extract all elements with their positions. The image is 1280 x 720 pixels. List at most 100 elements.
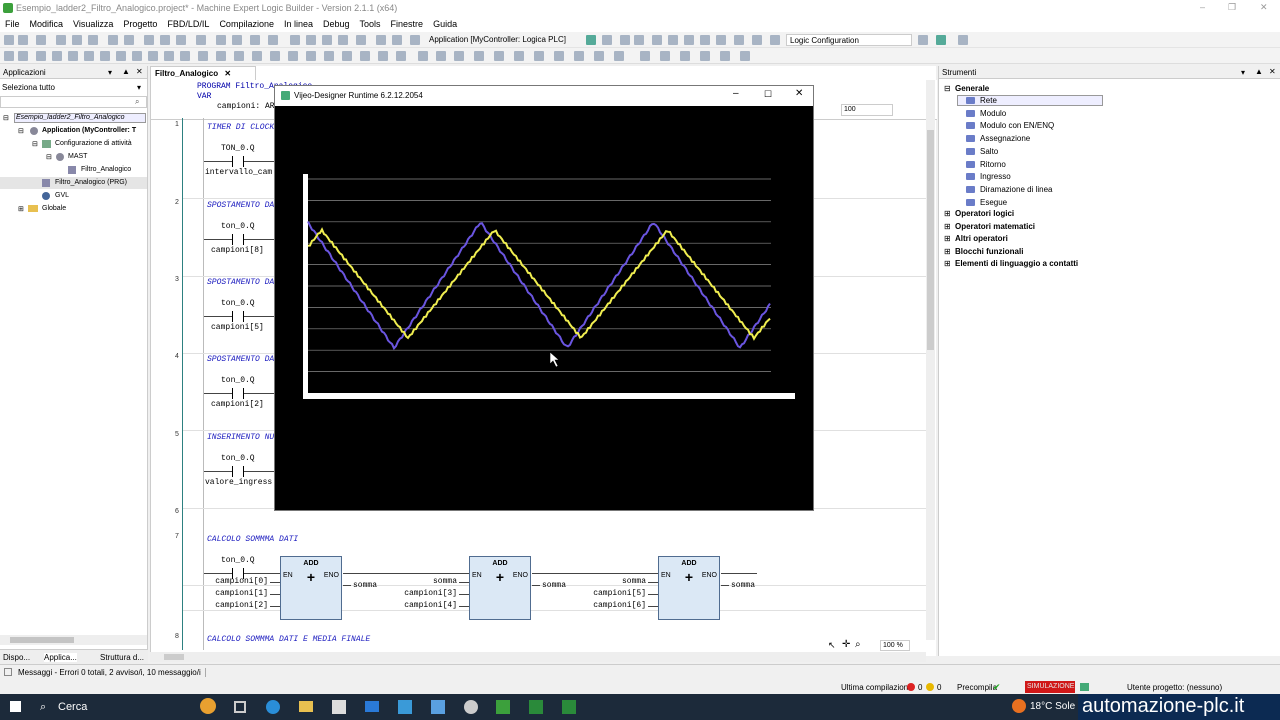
- back-icon[interactable]: [4, 35, 14, 45]
- toggle-icon[interactable]: [306, 51, 316, 61]
- copy-icon[interactable]: [160, 35, 170, 45]
- tools-group[interactable]: Blocchi funzionali: [955, 247, 1023, 256]
- label-icon[interactable]: [234, 51, 244, 61]
- config-icon[interactable]: [770, 35, 780, 45]
- zoom-icon[interactable]: ⌕: [855, 639, 861, 650]
- tool-item[interactable]: Ingresso: [980, 172, 1011, 181]
- contact-variable[interactable]: ton_0.Q: [221, 454, 255, 463]
- jump-icon[interactable]: [132, 51, 142, 61]
- output-icon[interactable]: [198, 51, 208, 61]
- block-input[interactable]: campioni[6]: [588, 601, 646, 610]
- taskview-icon[interactable]: [234, 701, 246, 713]
- menu-file[interactable]: File: [0, 16, 25, 29]
- menu-guida[interactable]: Guida: [428, 16, 462, 29]
- stop-icon[interactable]: [634, 35, 644, 45]
- tree-expand-icon[interactable]: ⊟: [3, 114, 9, 122]
- messages-status[interactable]: Messaggi - Errori 0 totali, 2 avviso/i, …: [18, 668, 206, 677]
- block-input[interactable]: campioni[4]: [399, 601, 457, 610]
- tab-structure[interactable]: Struttura d...: [100, 653, 144, 662]
- step-out-icon[interactable]: [700, 35, 710, 45]
- export-icon[interactable]: [392, 35, 402, 45]
- weather-icon[interactable]: [200, 698, 216, 714]
- open-icon[interactable]: [56, 35, 66, 45]
- rung-comment[interactable]: SPOSTAMENTO DA: [207, 355, 274, 364]
- block-input[interactable]: somma: [399, 577, 457, 586]
- contact-element[interactable]: [232, 466, 244, 477]
- menu-inlinea[interactable]: In linea: [279, 16, 318, 29]
- undo-icon[interactable]: [108, 35, 118, 45]
- return-icon[interactable]: [148, 51, 158, 61]
- network-icon[interactable]: [4, 51, 14, 61]
- tree-expand-icon[interactable]: ⊟: [944, 84, 951, 93]
- tool-item[interactable]: Esegue: [980, 198, 1007, 207]
- ld-icon[interactable]: [418, 51, 428, 61]
- pin-icon[interactable]: ▲: [122, 67, 130, 76]
- operand-variable[interactable]: campioni[2]: [211, 400, 264, 409]
- contact-element[interactable]: [232, 388, 244, 399]
- tree-item-application[interactable]: Application (MyController: T: [42, 127, 136, 134]
- tool-item[interactable]: Modulo con EN/ENQ: [980, 121, 1054, 130]
- device-icon[interactable]: [410, 35, 420, 45]
- view3-icon[interactable]: [680, 51, 690, 61]
- operand-variable[interactable]: campioni[5]: [211, 323, 264, 332]
- tools-group[interactable]: Operatori logici: [955, 209, 1014, 218]
- block-input[interactable]: campioni[0]: [210, 577, 268, 586]
- maximize-icon[interactable]: ☐: [764, 89, 772, 100]
- tree-item-globale[interactable]: Globale: [42, 205, 66, 212]
- cut-icon[interactable]: [144, 35, 154, 45]
- menu-fbd[interactable]: FBD/LD/IL: [162, 16, 214, 29]
- step-over-icon[interactable]: [668, 35, 678, 45]
- print-icon[interactable]: [88, 35, 98, 45]
- tool-item[interactable]: Modulo: [980, 109, 1006, 118]
- close-tab-icon[interactable]: ✕: [224, 69, 231, 78]
- block-input[interactable]: campioni[3]: [399, 589, 457, 598]
- close-panel-icon[interactable]: ✕: [1269, 67, 1276, 76]
- step-into-icon[interactable]: [684, 35, 694, 45]
- login-icon[interactable]: [586, 35, 596, 45]
- tools-group[interactable]: Operatori matematici: [955, 222, 1035, 231]
- tree-expand-icon[interactable]: ⊟: [46, 153, 52, 161]
- rung-comment[interactable]: TIMER DI CLOCK: [207, 123, 274, 132]
- coil-icon[interactable]: [84, 51, 94, 61]
- tree-search-input[interactable]: [0, 96, 147, 108]
- connect-icon[interactable]: [936, 35, 946, 45]
- view6-icon[interactable]: [740, 51, 750, 61]
- bookmark-clear-icon[interactable]: [338, 35, 348, 45]
- menu-progetto[interactable]: Progetto: [118, 16, 162, 29]
- tree-expand-icon[interactable]: ⊟: [32, 140, 38, 148]
- horizontal-scrollbar[interactable]: [0, 635, 147, 645]
- tree-expand-icon[interactable]: ⊞: [944, 209, 951, 218]
- contact-variable[interactable]: ton_0.Q: [221, 376, 255, 385]
- insert-box-icon[interactable]: [574, 51, 584, 61]
- tree-item-project[interactable]: Esempio_ladder2_Filtro_Analogico: [16, 114, 125, 121]
- decl-zoom-field[interactable]: 100: [841, 104, 893, 116]
- close-icon[interactable]: ✕: [1260, 2, 1268, 13]
- tool-item[interactable]: Rete: [980, 96, 997, 105]
- photos-icon[interactable]: [398, 700, 412, 714]
- new-icon[interactable]: [36, 35, 46, 45]
- monitor-icon[interactable]: [752, 35, 762, 45]
- tree-expand-icon[interactable]: ⊟: [18, 127, 24, 135]
- block-output[interactable]: somma: [731, 581, 755, 590]
- breakpoint-icon[interactable]: [716, 35, 726, 45]
- edge-browser-icon[interactable]: [266, 700, 280, 714]
- menu-finestre[interactable]: Finestre: [386, 16, 429, 29]
- select-all-combo[interactable]: Seleziona tutto: [0, 82, 147, 94]
- layout-icon[interactable]: [376, 35, 386, 45]
- add-function-block[interactable]: ADD + EN ENO: [658, 556, 720, 620]
- application-selector[interactable]: Application [MyController: Logica PLC]: [426, 34, 582, 46]
- zoom-icon[interactable]: [474, 51, 484, 61]
- operand-variable[interactable]: valore_ingress: [205, 478, 272, 487]
- contact-variable[interactable]: TON_0.Q: [221, 144, 255, 153]
- mail-icon[interactable]: [365, 701, 379, 712]
- contact-element[interactable]: [232, 156, 244, 167]
- tree-expand-icon[interactable]: ⊞: [944, 234, 951, 243]
- operand-variable[interactable]: intervallo_cam: [205, 168, 272, 177]
- editor-horizontal-scrollbar[interactable]: [150, 652, 926, 662]
- view2-icon[interactable]: [660, 51, 670, 61]
- rung-comment[interactable]: CALCOLO SOMMMA DATI E MEDIA FINALE: [207, 635, 370, 644]
- edge-icon[interactable]: [252, 51, 262, 61]
- tools-group[interactable]: Altri operatori: [955, 234, 1008, 243]
- tree-item-filtro-prg[interactable]: Filtro_Analogico (PRG): [55, 179, 127, 186]
- pin-icon[interactable]: ▲: [1255, 67, 1263, 76]
